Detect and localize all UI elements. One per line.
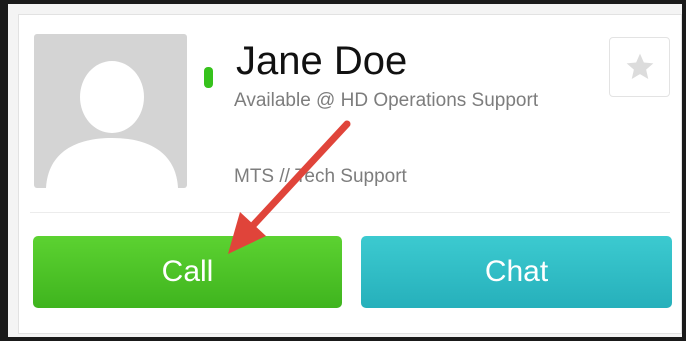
contact-job-title: MTS // Tech Support: [234, 166, 407, 187]
contact-avatar: [34, 34, 187, 188]
chat-button[interactable]: Chat: [361, 236, 672, 308]
call-button[interactable]: Call: [33, 236, 342, 308]
star-icon: [626, 53, 654, 79]
presence-indicator: [204, 67, 213, 88]
favorite-button[interactable]: [609, 37, 670, 97]
contact-name: Jane Doe: [236, 39, 408, 83]
person-placeholder-icon: [46, 61, 178, 188]
card-divider: [30, 212, 670, 213]
contact-status: Available @ HD Operations Support: [234, 90, 539, 111]
